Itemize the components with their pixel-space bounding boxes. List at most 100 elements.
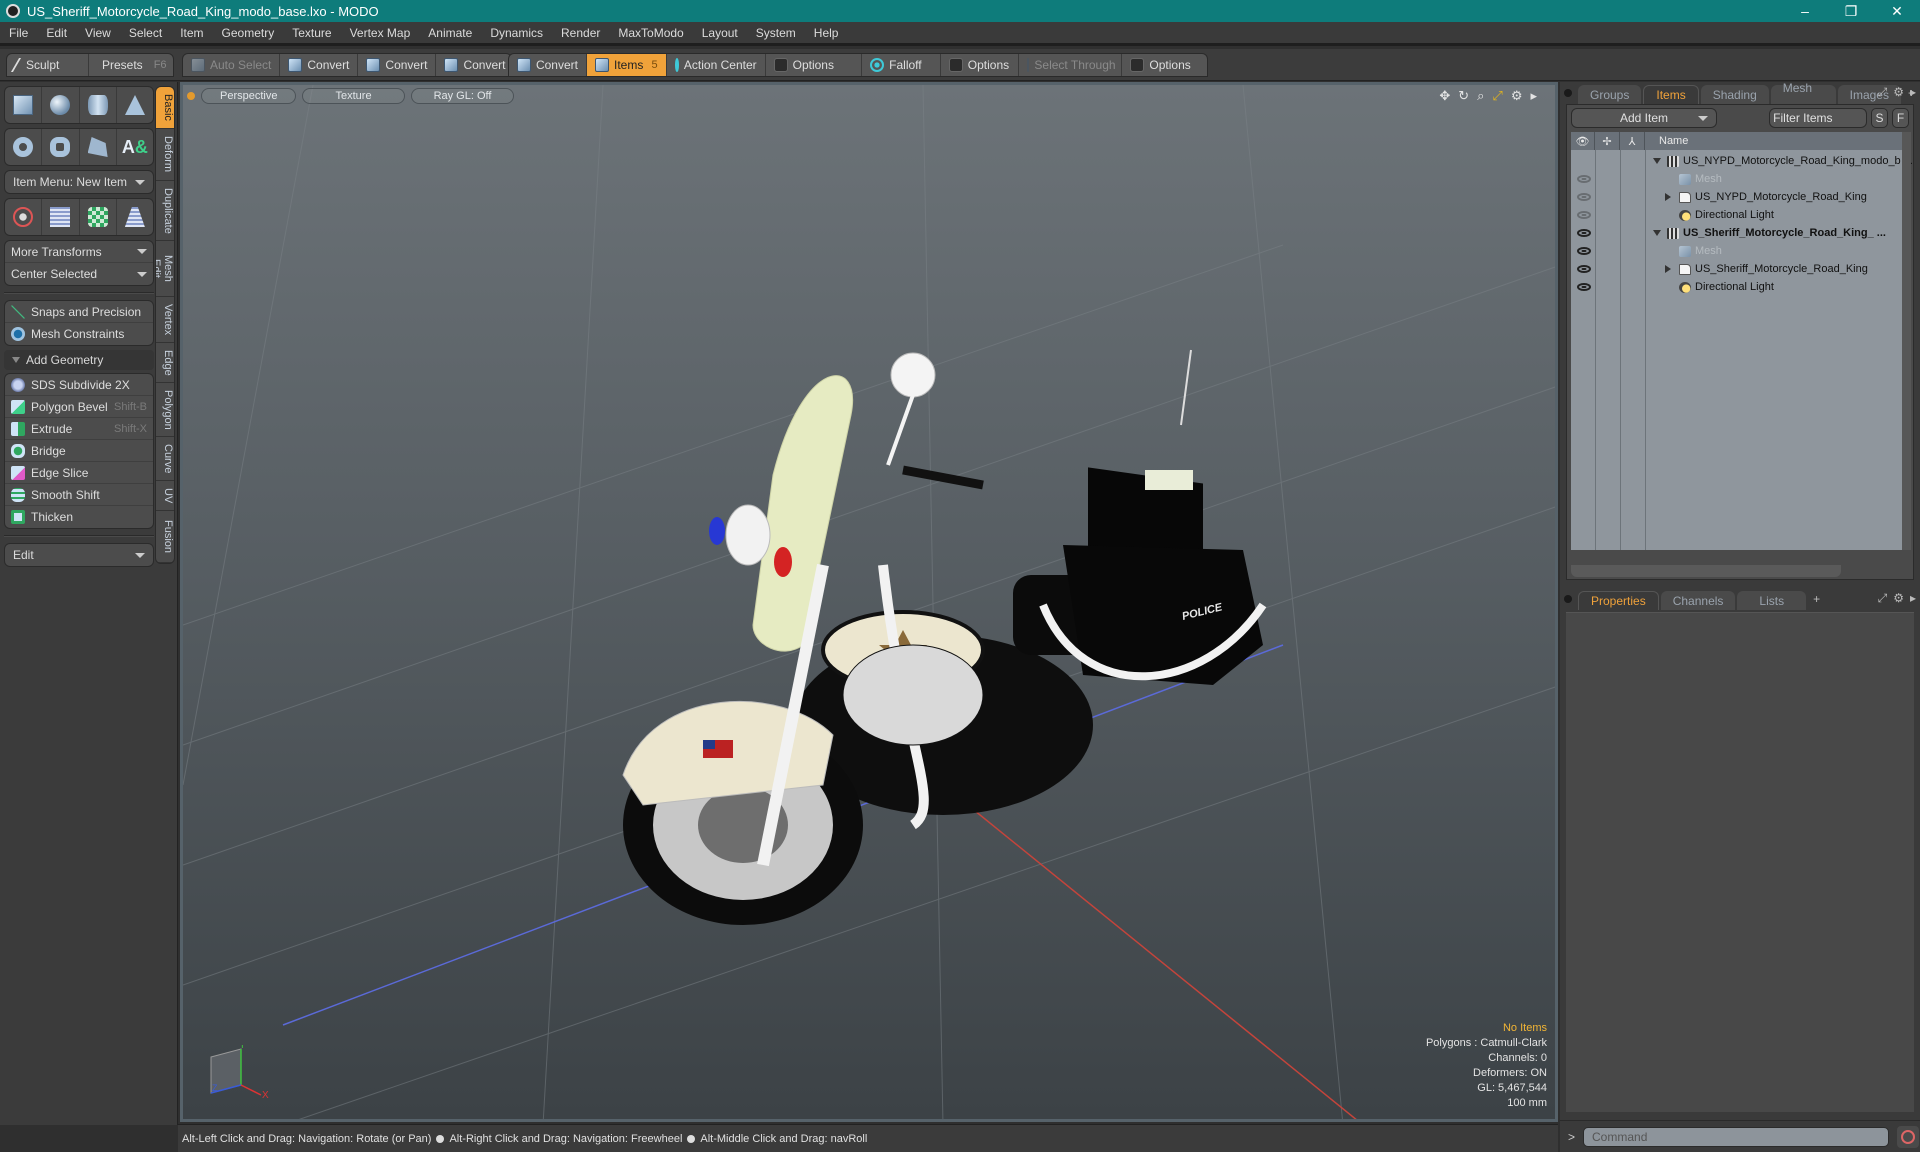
panel-grip-icon[interactable]	[1564, 595, 1572, 603]
visibility-eye-icon[interactable]	[1577, 211, 1591, 219]
select-through-options-button[interactable]: Options	[1122, 54, 1207, 76]
convert-items-button[interactable]: Convert	[509, 54, 587, 76]
name-column-header[interactable]: Name	[1645, 132, 1908, 150]
center-selected-dropdown[interactable]: Center Selected	[5, 263, 153, 285]
bridge-button[interactable]: Bridge	[5, 440, 153, 462]
sphere-tool[interactable]	[42, 87, 80, 123]
visibility-eye-icon[interactable]	[1577, 247, 1591, 255]
tab-fusion[interactable]: Fusion	[156, 511, 174, 563]
add-tab-icon[interactable]: +	[1808, 592, 1825, 606]
cylinder-tool[interactable]	[80, 87, 117, 123]
tab-basic[interactable]: Basic	[156, 87, 174, 129]
gear-icon[interactable]: ⚙	[1893, 85, 1904, 100]
tab-polygon[interactable]: Polygon	[156, 383, 174, 437]
menu-texture[interactable]: Texture	[283, 21, 340, 45]
presets-button[interactable]: Presets F6	[89, 54, 173, 76]
record-macro-button[interactable]	[1897, 1125, 1920, 1148]
items-mode-button[interactable]: Items 5	[587, 54, 667, 76]
tree-item-light[interactable]: Directional Light	[1571, 206, 1908, 224]
tab-vertex[interactable]: Vertex	[156, 297, 174, 343]
extrude-button[interactable]: Extrude Shift-X	[5, 418, 153, 440]
snaps-precision-button[interactable]: Snaps and Precision	[5, 301, 153, 323]
cone-tool[interactable]	[117, 87, 153, 123]
tree-item-group[interactable]: US_Sheriff_Motorcycle_Road_King	[1571, 260, 1908, 278]
expand-right-icon[interactable]	[1665, 265, 1671, 273]
panel-grip-icon[interactable]	[1564, 89, 1572, 97]
tree-item-scene[interactable]: US_Sheriff_Motorcycle_Road_King_ ...	[1571, 224, 1908, 242]
convert-edges-button[interactable]: Convert	[358, 54, 437, 76]
tab-uv[interactable]: UV	[156, 481, 174, 511]
tab-curve[interactable]: Curve	[156, 437, 174, 481]
expand-arrow-icon[interactable]: ▸	[1910, 591, 1916, 606]
tab-shading[interactable]: Shading	[1700, 85, 1769, 104]
pen-tool[interactable]	[80, 129, 117, 165]
command-input[interactable]: Command	[1583, 1126, 1890, 1147]
visibility-eye-icon[interactable]	[1577, 283, 1591, 291]
expand-arrow-icon[interactable]: ▸	[1910, 85, 1916, 100]
add-item-dropdown[interactable]: Add Item	[1571, 108, 1718, 128]
tab-lists[interactable]: Lists	[1737, 591, 1807, 610]
maximize-panel-icon[interactable]: ⤢	[1878, 591, 1888, 606]
edit-dropdown[interactable]: Edit	[4, 543, 154, 567]
expand-down-icon[interactable]	[1653, 158, 1661, 164]
tree-item-mesh[interactable]: Mesh	[1571, 170, 1908, 188]
filter-items-input[interactable]: Filter Items	[1769, 108, 1867, 128]
raygl-button[interactable]: Ray GL: Off	[410, 88, 515, 104]
expand-down-icon[interactable]	[1653, 230, 1661, 236]
close-button[interactable]: ✕	[1874, 0, 1920, 22]
rotate-icon[interactable]: ↻	[1458, 88, 1469, 104]
scene-canvas[interactable]: POLICE	[183, 85, 1558, 1122]
tab-items[interactable]: Items	[1643, 85, 1699, 104]
motorcycle-model[interactable]: POLICE	[622, 349, 1267, 925]
convert-polygons-button[interactable]: Convert	[436, 54, 513, 76]
menu-system[interactable]: System	[747, 21, 805, 45]
menu-layout[interactable]: Layout	[693, 21, 747, 45]
auto-select-button[interactable]: Auto Select	[183, 54, 281, 76]
visibility-eye-icon[interactable]	[1577, 193, 1591, 201]
tree-item-group[interactable]: US_NYPD_Motorcycle_Road_King	[1571, 188, 1908, 206]
transform-tool[interactable]	[5, 199, 43, 235]
horizontal-scrollbar[interactable]	[1571, 565, 1841, 577]
falloff-button[interactable]: Falloff	[862, 54, 941, 76]
tab-properties[interactable]: Properties	[1578, 591, 1659, 610]
vertical-scrollbar[interactable]	[1902, 132, 1911, 550]
menu-maxtomodo[interactable]: MaxToModo	[609, 21, 692, 45]
menu-item[interactable]: Item	[171, 21, 212, 45]
more-transforms-dropdown[interactable]: More Transforms	[5, 241, 153, 263]
tree-item-mesh[interactable]: Mesh	[1571, 242, 1908, 260]
shading-mode-button[interactable]: Texture	[302, 88, 405, 104]
tree-item-light[interactable]: Directional Light	[1571, 278, 1908, 296]
smooth-shift-button[interactable]: Smooth Shift	[5, 484, 153, 506]
menu-view[interactable]: View	[76, 21, 120, 45]
mesh-constraints-button[interactable]: Mesh Constraints	[5, 323, 153, 345]
menu-dynamics[interactable]: Dynamics	[481, 21, 552, 45]
tab-edge[interactable]: Edge	[156, 343, 174, 383]
edge-slice-button[interactable]: Edge Slice	[5, 462, 153, 484]
view-type-button[interactable]: Perspective	[201, 88, 297, 104]
menu-select[interactable]: Select	[120, 21, 171, 45]
cube-tool[interactable]	[5, 87, 43, 123]
tab-mesh-edit[interactable]: Mesh Edit	[156, 241, 174, 297]
filter-s-button[interactable]: S	[1871, 108, 1888, 128]
axis-column-icon[interactable]: ⅄	[1620, 132, 1645, 150]
select-through-button[interactable]: Select Through	[1019, 54, 1123, 76]
zoom-icon[interactable]: ⌕	[1477, 88, 1484, 104]
visibility-eye-icon[interactable]	[1577, 229, 1591, 237]
checker-tool[interactable]	[80, 199, 117, 235]
falloff-options-button[interactable]: Options	[941, 54, 1020, 76]
tab-duplicate[interactable]: Duplicate	[156, 181, 174, 241]
fit-icon[interactable]: ⤢	[1492, 88, 1502, 104]
convert-vertices-button[interactable]: Convert	[280, 54, 359, 76]
grid-tool[interactable]	[42, 199, 80, 235]
gear-icon[interactable]: ⚙	[1511, 88, 1523, 104]
maximize-panel-icon[interactable]: ⤢	[1878, 85, 1888, 100]
tree-item-scene[interactable]: US_NYPD_Motorcycle_Road_King_modo_b ...	[1571, 152, 1913, 170]
filter-f-button[interactable]: F	[1892, 108, 1909, 128]
menu-help[interactable]: Help	[805, 21, 848, 45]
tab-mesh[interactable]: Mesh ...	[1770, 81, 1836, 109]
pan-icon[interactable]: ✥	[1439, 88, 1450, 104]
menu-geometry[interactable]: Geometry	[213, 21, 284, 45]
menu-vertex-map[interactable]: Vertex Map	[341, 21, 420, 45]
action-center-options-button[interactable]: Options	[766, 54, 863, 76]
gear-icon[interactable]: ⚙	[1893, 591, 1904, 606]
